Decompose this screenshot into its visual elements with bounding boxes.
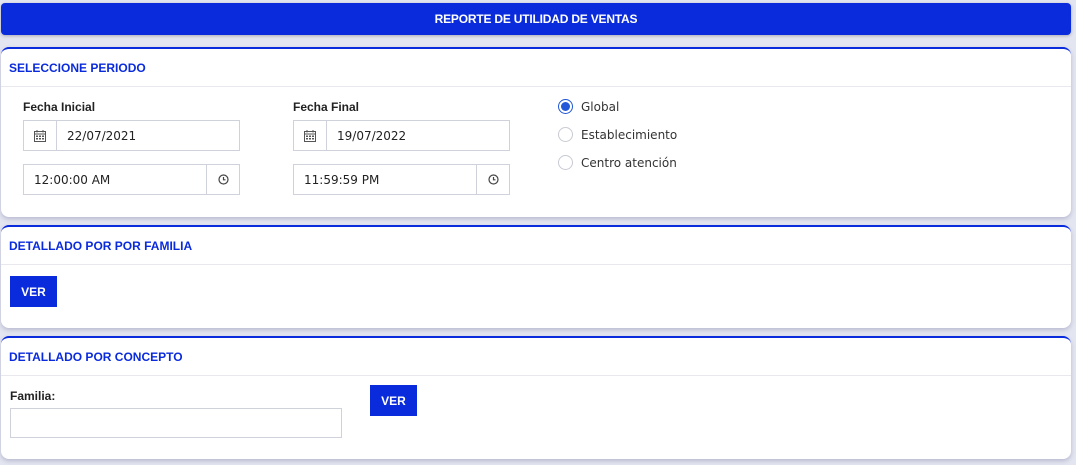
family-panel: DETALLADO POR POR FAMILIA VER (1, 225, 1071, 328)
radio-global-label: Global (581, 99, 620, 114)
clock-icon[interactable] (476, 165, 509, 194)
calendar-icon[interactable] (24, 121, 57, 150)
start-date-field[interactable]: 22/07/2021 (23, 120, 240, 151)
radio-establecimiento-label: Establecimiento (581, 127, 678, 142)
start-time-value[interactable]: 12:00:00 AM (24, 165, 206, 194)
ver-family-button[interactable]: VER (10, 276, 57, 307)
family-panel-title: DETALLADO POR POR FAMILIA (1, 227, 1071, 265)
radio-centro-atencion-button[interactable] (558, 155, 573, 170)
radio-centro-atencion-label: Centro atención (581, 155, 677, 170)
clock-icon[interactable] (206, 165, 239, 194)
start-date-value[interactable]: 22/07/2021 (57, 121, 239, 150)
period-panel: SELECCIONE PERIODO Fecha Inicial 22/07/2… (1, 47, 1071, 217)
start-date-label: Fecha Inicial (23, 100, 96, 114)
concept-panel-title: DETALLADO POR CONCEPTO (1, 338, 1071, 376)
report-title: REPORTE DE UTILIDAD DE VENTAS (434, 12, 638, 26)
radio-centro-atencion[interactable]: Centro atención (558, 155, 677, 170)
family-label: Familia: (10, 389, 56, 403)
radio-global-button[interactable] (558, 99, 573, 114)
radio-establecimiento[interactable]: Establecimiento (558, 127, 677, 142)
calendar-icon[interactable] (294, 121, 327, 150)
radio-establecimiento-button[interactable] (558, 127, 573, 142)
start-time-field[interactable]: 12:00:00 AM (23, 164, 240, 195)
end-date-value[interactable]: 19/07/2022 (327, 121, 509, 150)
report-title-bar: REPORTE DE UTILIDAD DE VENTAS (1, 3, 1071, 35)
concept-panel: DETALLADO POR CONCEPTO Familia: VER (1, 336, 1071, 459)
end-time-field[interactable]: 11:59:59 PM (293, 164, 510, 195)
end-time-value[interactable]: 11:59:59 PM (294, 165, 476, 194)
radio-global[interactable]: Global (558, 99, 619, 114)
end-date-field[interactable]: 19/07/2022 (293, 120, 510, 151)
period-panel-title: SELECCIONE PERIODO (1, 49, 1071, 87)
family-input[interactable] (10, 408, 342, 438)
end-date-label: Fecha Final (293, 100, 360, 114)
ver-concept-button[interactable]: VER (370, 385, 417, 416)
